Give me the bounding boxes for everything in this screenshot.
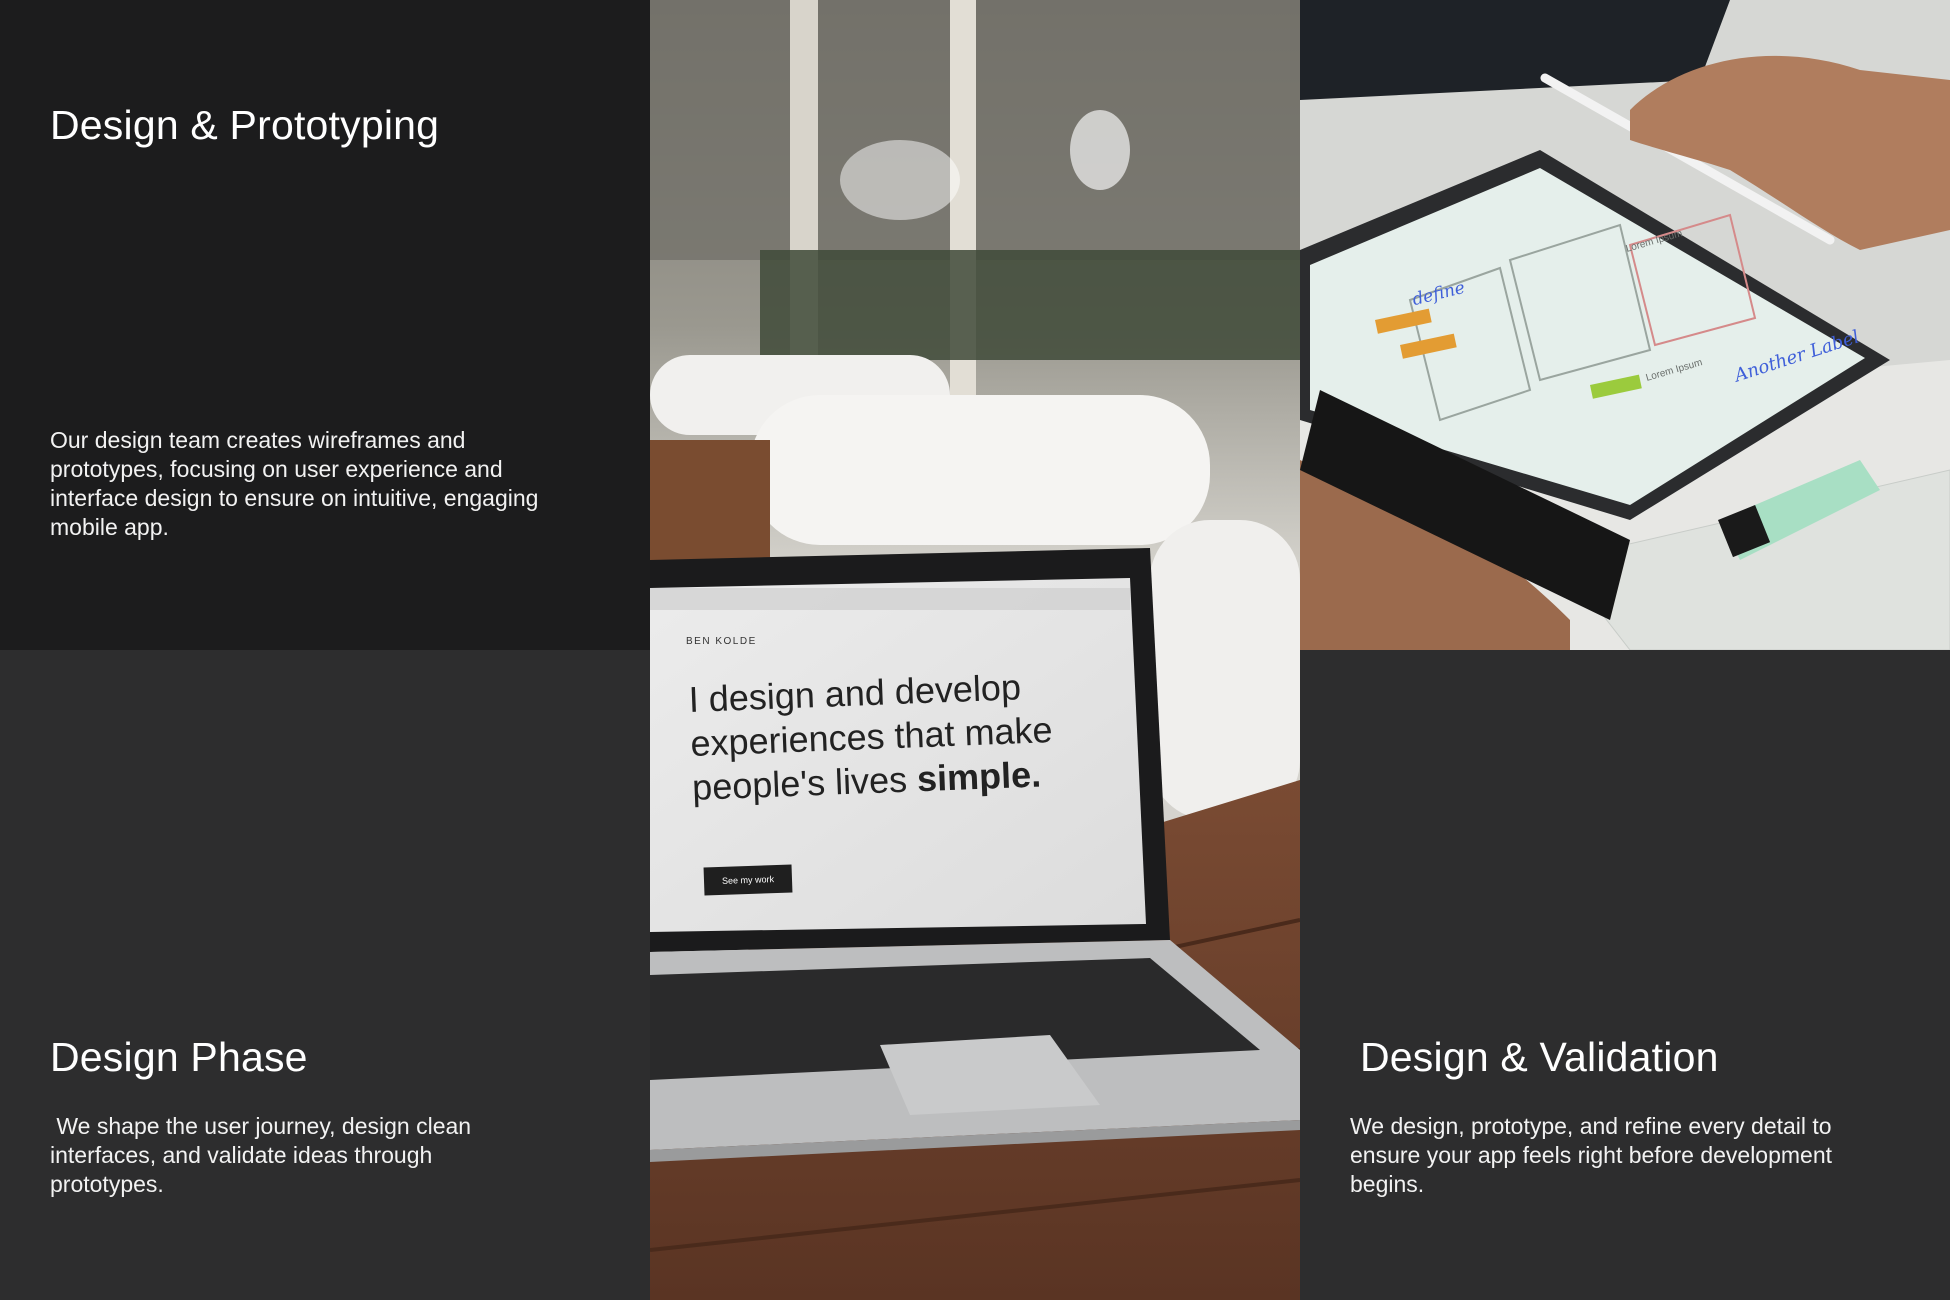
laptop-screen-line3-bold: simple.: [916, 753, 1042, 800]
laptop-screen-button: See my work: [703, 864, 793, 896]
laptop-photo-illustration: [650, 0, 1300, 1300]
laptop-screen-brand: BEN KOLDE: [686, 636, 757, 647]
laptop-screen-headline: I design and develop experiences that ma…: [688, 664, 1055, 810]
card-design-prototyping: Design & Prototyping Our design team cre…: [0, 0, 650, 650]
card-description: We design, prototype, and refine every d…: [1350, 1113, 1839, 1197]
card-title: Design & Validation: [1360, 1034, 1719, 1080]
laptop-photo: BEN KOLDE I design and develop experienc…: [650, 0, 1300, 1300]
tablet-sketch-illustration: [1300, 0, 1950, 650]
card-design-phase: Design Phase We shape the user journey, …: [0, 650, 650, 1300]
card-title: Design & Prototyping: [50, 102, 440, 148]
laptop-screen-line3-regular: people's lives: [691, 758, 918, 808]
card-description: Our design team creates wireframes and p…: [50, 427, 545, 540]
card-design-validation: Design & Validation We design, prototype…: [1300, 650, 1950, 1300]
tablet-sketch-photo: define Another Label Lorem Ipsum Lorem I…: [1300, 0, 1950, 650]
card-description: We shape the user journey, design clean …: [50, 1113, 478, 1197]
card-title: Design Phase: [50, 1034, 308, 1080]
services-grid: Design & Prototyping Our design team cre…: [0, 0, 1950, 1300]
